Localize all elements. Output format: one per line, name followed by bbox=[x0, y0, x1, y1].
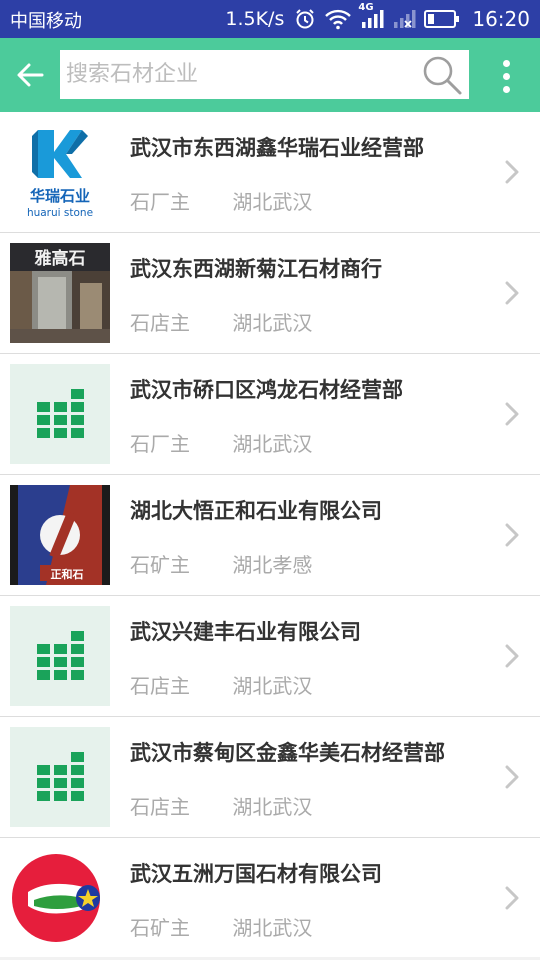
company-location: 湖北孝感 bbox=[232, 553, 313, 577]
stone-grid-icon bbox=[37, 389, 84, 438]
cellular-signal-icon: 4G bbox=[358, 2, 384, 30]
back-button[interactable] bbox=[8, 52, 52, 98]
logo-subtext: huarui stone bbox=[27, 207, 93, 219]
company-meta: 石厂主 湖北武汉 bbox=[130, 186, 312, 215]
company-list-item[interactable]: 华瑞石业 huarui stone 武汉市东西湖鑫华瑞石业经营部 石厂主 湖北武… bbox=[0, 112, 540, 233]
chevron-right-icon bbox=[505, 281, 519, 305]
chevron-right-icon bbox=[505, 523, 519, 547]
search-input[interactable] bbox=[60, 50, 410, 99]
company-name: 武汉东西湖新菊江石材商行 bbox=[130, 257, 382, 281]
wuzhou-wanguo-logo bbox=[10, 848, 110, 948]
company-list-item[interactable]: 武汉市硚口区鸿龙石材经营部 石厂主 湖北武汉 bbox=[0, 354, 540, 475]
company-list-item[interactable]: 武汉兴建丰石业有限公司 石店主 湖北武汉 bbox=[0, 596, 540, 717]
wifi-icon bbox=[324, 8, 352, 30]
status-bar: 中国移动 1.5K/s 4G 16:20 bbox=[0, 0, 540, 38]
network-speed: 1.5K/s bbox=[225, 8, 285, 30]
company-location: 湖北武汉 bbox=[232, 432, 313, 456]
company-name: 湖北大悟正和石业有限公司 bbox=[130, 499, 382, 523]
storefront-photo: 雅高石 bbox=[10, 243, 110, 343]
company-meta: 石店主 湖北武汉 bbox=[130, 307, 312, 336]
back-arrow-icon bbox=[17, 63, 44, 87]
company-location: 湖北武汉 bbox=[232, 674, 313, 698]
more-dot-icon bbox=[502, 85, 510, 93]
app-bar bbox=[0, 38, 540, 112]
company-role: 石厂主 bbox=[130, 432, 190, 456]
status-time: 16:20 bbox=[472, 7, 530, 31]
stone-grid-icon bbox=[37, 752, 84, 801]
chevron-right-icon bbox=[505, 160, 519, 184]
company-location: 湖北武汉 bbox=[232, 190, 313, 214]
zhenghe-logo: 正和石 bbox=[10, 485, 110, 585]
company-name: 武汉市蔡甸区金鑫华美石材经营部 bbox=[130, 741, 445, 765]
default-stone-logo bbox=[10, 364, 110, 464]
more-dot-icon bbox=[502, 72, 510, 80]
search-box bbox=[60, 50, 469, 99]
stone-grid-icon bbox=[37, 631, 84, 680]
company-list-item[interactable]: 雅高石 武汉东西湖新菊江石材商行 石店主 湖北武汉 bbox=[0, 233, 540, 354]
no-sim-signal-icon bbox=[392, 8, 416, 30]
search-button[interactable] bbox=[419, 52, 465, 98]
chevron-right-icon bbox=[505, 765, 519, 789]
company-name: 武汉五洲万国石材有限公司 bbox=[130, 862, 382, 886]
battery-icon bbox=[424, 9, 460, 29]
default-stone-logo bbox=[10, 727, 110, 827]
company-list: 华瑞石业 huarui stone 武汉市东西湖鑫华瑞石业经营部 石厂主 湖北武… bbox=[0, 112, 540, 959]
company-meta: 石矿主 湖北孝感 bbox=[130, 549, 312, 578]
company-role: 石厂主 bbox=[130, 190, 190, 214]
huarui-stone-logo: 华瑞石业 huarui stone bbox=[10, 122, 110, 222]
company-role: 石店主 bbox=[130, 311, 190, 335]
company-role: 石店主 bbox=[130, 795, 190, 819]
company-list-item[interactable]: 正和石 湖北大悟正和石业有限公司 石矿主 湖北孝感 bbox=[0, 475, 540, 596]
company-location: 湖北武汉 bbox=[232, 311, 313, 335]
logo-text: 华瑞石业 bbox=[30, 187, 90, 205]
chevron-right-icon bbox=[505, 644, 519, 668]
chevron-right-icon bbox=[505, 402, 519, 426]
company-meta: 石厂主 湖北武汉 bbox=[130, 428, 312, 457]
company-location: 湖北武汉 bbox=[232, 795, 313, 819]
default-stone-logo bbox=[10, 606, 110, 706]
more-options-button[interactable] bbox=[490, 54, 522, 98]
logo-text: 正和石 bbox=[51, 567, 84, 581]
company-role: 石矿主 bbox=[130, 553, 190, 577]
company-list-item[interactable]: 武汉市蔡甸区金鑫华美石材经营部 石店主 湖北武汉 bbox=[0, 717, 540, 838]
company-role: 石店主 bbox=[130, 674, 190, 698]
company-meta: 石店主 湖北武汉 bbox=[130, 791, 312, 820]
company-name: 武汉市东西湖鑫华瑞石业经营部 bbox=[130, 136, 424, 160]
more-dot-icon bbox=[502, 59, 510, 67]
company-meta: 石矿主 湖北武汉 bbox=[130, 912, 312, 941]
chevron-right-icon bbox=[505, 886, 519, 910]
company-role: 石矿主 bbox=[130, 916, 190, 940]
search-icon bbox=[423, 56, 462, 95]
company-meta: 石店主 湖北武汉 bbox=[130, 670, 312, 699]
company-list-item[interactable]: 武汉五洲万国石材有限公司 石矿主 湖北武汉 bbox=[0, 838, 540, 959]
storefront-sign-text: 雅高石 bbox=[34, 248, 86, 269]
carrier-name: 中国移动 bbox=[10, 11, 82, 32]
company-location: 湖北武汉 bbox=[232, 916, 313, 940]
alarm-clock-icon bbox=[294, 8, 316, 30]
status-indicators: 1.5K/s 4G 16:20 bbox=[225, 2, 530, 32]
company-name: 武汉市硚口区鸿龙石材经营部 bbox=[130, 378, 403, 402]
network-type-label: 4G bbox=[358, 2, 374, 13]
company-name: 武汉兴建丰石业有限公司 bbox=[130, 620, 361, 644]
